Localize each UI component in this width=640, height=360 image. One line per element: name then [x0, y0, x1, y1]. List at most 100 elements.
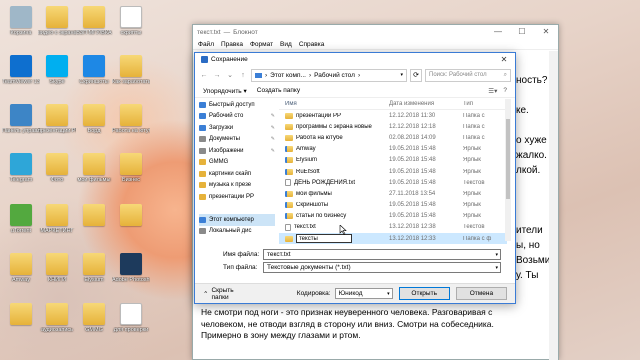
- menu-help[interactable]: Справка: [299, 41, 325, 48]
- desktop-icon[interactable]: для проверки: [112, 303, 150, 347]
- desktop-icon[interactable]: презентации PP: [38, 104, 76, 148]
- row-date: 12.12.2018 11:30: [389, 112, 436, 119]
- hide-folders-toggle[interactable]: ⌃ Скрыть папки: [203, 287, 252, 301]
- refresh-button[interactable]: ⟳: [410, 68, 422, 82]
- file-list-scrollbar[interactable]: [505, 99, 511, 241]
- chevron-down-icon[interactable]: ▾: [495, 250, 498, 260]
- file-row[interactable]: ДЕНЬ РОЖДЕНИЯ.txt 19.05.2018 15:48 Текстов: [279, 177, 507, 188]
- desktop-icon[interactable]: [112, 204, 150, 248]
- new-folder-button[interactable]: Создать папку: [257, 87, 300, 94]
- view-options-icon[interactable]: ☰▾: [488, 87, 497, 95]
- desktop-icon[interactable]: скрипты: [112, 6, 150, 50]
- desktop-icon[interactable]: Бизнес: [112, 153, 150, 197]
- file-row[interactable]: статьи по бизнесу 19.05.2018 15:48 Ярлык: [279, 211, 507, 222]
- new-folder-row[interactable]: тексты 13.12.2018 12:33 Папка с ф: [279, 233, 507, 245]
- organize-button[interactable]: Упорядочить ▾: [203, 87, 247, 95]
- desktop-icon[interactable]: Amway: [2, 253, 40, 297]
- desktop-icon[interactable]: [2, 303, 40, 347]
- column-name[interactable]: Имя: [279, 101, 389, 107]
- sidebar-item[interactable]: [199, 203, 275, 215]
- desktop-icon[interactable]: Telegram: [2, 153, 40, 197]
- nav-item-icon: [199, 124, 206, 131]
- column-date[interactable]: Дата изменения: [389, 101, 463, 107]
- maximize-button[interactable]: ☐: [510, 25, 534, 39]
- file-list-header: Имя Дата изменения Тип: [279, 99, 507, 110]
- minimize-button[interactable]: —: [486, 25, 510, 39]
- help-icon[interactable]: ?: [503, 87, 507, 95]
- file-row[interactable]: Elysium 19.05.2018 15:48 Ярлык: [279, 155, 507, 166]
- up-icon[interactable]: ↑: [238, 72, 248, 79]
- sidebar-item[interactable]: Рабочий сто ✎: [199, 111, 275, 123]
- address-dropdown-icon[interactable]: ▾: [400, 72, 403, 78]
- open-button[interactable]: Открыть: [398, 287, 450, 300]
- cancel-button[interactable]: Отмена: [455, 287, 508, 300]
- scroll-thumb[interactable]: [506, 119, 510, 199]
- sidebar-item[interactable]: GMMG: [199, 157, 275, 169]
- desktop-icon[interactable]: Elysium: [75, 253, 113, 297]
- sidebar-item[interactable]: Изображени ✎: [199, 145, 275, 157]
- folder-icon: [285, 123, 293, 130]
- sidebar-item[interactable]: презентации PP: [199, 191, 275, 203]
- desktop-icon[interactable]: Панель управления: [2, 104, 40, 148]
- sidebar-item[interactable]: Этот компьютер: [199, 214, 275, 226]
- forward-icon[interactable]: →: [212, 72, 222, 79]
- sidebar-item[interactable]: Документы ✎: [199, 134, 275, 146]
- desktop-icon[interactable]: Корзина: [2, 6, 40, 50]
- menu-view[interactable]: Вид: [280, 41, 292, 48]
- dialog-close-button[interactable]: ✕: [493, 53, 515, 66]
- back-icon[interactable]: ←: [199, 72, 209, 79]
- sidebar-item[interactable]: музыка к презе: [199, 180, 275, 192]
- desktop-icon[interactable]: МАРКЕТИНГ: [38, 204, 76, 248]
- desktop-icon[interactable]: GMMG: [75, 303, 113, 347]
- row-name: презентации PP: [296, 112, 341, 119]
- file-row[interactable]: презентации PP 12.12.2018 11:30 Папка с: [279, 110, 507, 121]
- sidebar-item[interactable]: Локальный дис: [199, 226, 275, 238]
- file-row[interactable]: текст.txt 13.12.2018 12:38 Текстов: [279, 222, 507, 233]
- encoding-select[interactable]: Юникод ▾: [334, 288, 393, 299]
- desktop-icon-label: Панель управления: [2, 128, 40, 134]
- desktop-icon[interactable]: TeamViewer 13: [2, 55, 40, 99]
- desktop-icon[interactable]: мои фильмы: [75, 153, 113, 197]
- filetype-select[interactable]: Текстовые документы (*.txt) ▾: [263, 262, 501, 273]
- desktop-icon[interactable]: Adobe Photosh...: [112, 253, 150, 297]
- desktop-icon[interactable]: Скриншоты: [75, 55, 113, 99]
- filename-input[interactable]: текст.txt ▾: [263, 249, 501, 260]
- file-row[interactable]: Скриншоты 19.05.2018 15:48 Ярлык: [279, 200, 507, 211]
- dialog-title-bar[interactable]: Сохранение: [195, 53, 515, 66]
- notepad-text-bottom[interactable]: Не смотри под ноги - это признак неувере…: [201, 307, 556, 342]
- file-row[interactable]: мои фильмы 27.11.2018 13:54 Ярлык: [279, 188, 507, 199]
- breadcrumb-computer[interactable]: Этот комп...: [270, 72, 306, 79]
- column-type[interactable]: Тип: [463, 101, 507, 107]
- desktop-icon[interactable]: Skype: [38, 55, 76, 99]
- desktop-icon[interactable]: Ворд: [75, 104, 113, 148]
- desktop-icon[interactable]: Как заработать: [112, 55, 150, 99]
- file-row[interactable]: RuElSoft 19.05.2018 15:48 Ярлык: [279, 166, 507, 177]
- desktop-icon[interactable]: [75, 204, 113, 248]
- chevron-down-icon[interactable]: ▾: [495, 263, 498, 273]
- address-bar[interactable]: › Этот комп... › Рабочий стол › ▾: [251, 68, 407, 82]
- desktop-icon[interactable]: Фото: [38, 153, 76, 197]
- desktop-icon[interactable]: КНИГИ: [38, 253, 76, 297]
- save-dialog: Сохранение ✕ ← → ⌄ ↑ › Этот комп... › Ра…: [194, 52, 516, 304]
- chevron-down-icon[interactable]: ⌄: [225, 71, 235, 79]
- menu-format[interactable]: Формат: [250, 41, 273, 48]
- desktop-icon[interactable]: Работа на ютубе: [112, 104, 150, 148]
- search-input[interactable]: Поиск: Рабочий стол ⌕: [425, 68, 511, 82]
- notepad-scrollbar[interactable]: [549, 51, 558, 360]
- desktop-icon[interactable]: uTorrent: [2, 204, 40, 248]
- rename-input[interactable]: тексты: [296, 234, 352, 244]
- close-button[interactable]: ✕: [534, 25, 558, 39]
- desktop-icon[interactable]: аудиозапись: [38, 303, 76, 347]
- file-row[interactable]: Работа на ютубе 02.08.2018 14:09 Папка с: [279, 132, 507, 143]
- desktop-icon[interactable]: видео с экрана: [38, 6, 76, 50]
- sidebar-item[interactable]: картинки скайп: [199, 168, 275, 180]
- menu-edit[interactable]: Правка: [221, 41, 243, 48]
- file-row[interactable]: программы с экрана новые 12.12.2018 12:18…: [279, 121, 507, 132]
- breadcrumb-desktop[interactable]: Рабочий стол: [314, 72, 355, 79]
- sidebar-item[interactable]: Загрузки ✎: [199, 122, 275, 134]
- file-row[interactable]: Amway 19.05.2018 15:48 Ярлык: [279, 144, 507, 155]
- row-type: Текстов: [463, 224, 485, 231]
- menu-file[interactable]: Файл: [198, 41, 214, 48]
- sidebar-item[interactable]: Быстрый доступ: [199, 99, 275, 111]
- desktop-icon[interactable]: ВЗП МГУ/ВКА: [75, 6, 113, 50]
